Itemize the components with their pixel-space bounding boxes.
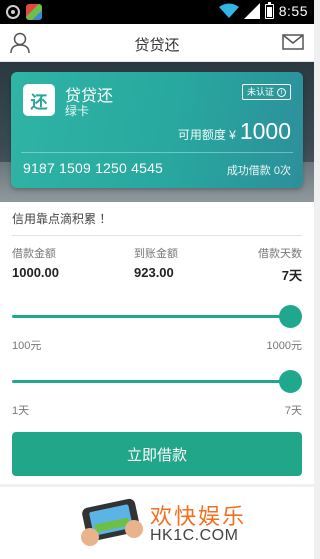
card-divider: [21, 152, 293, 153]
app-logo: 还: [23, 84, 55, 116]
days-slider-thumb[interactable]: [279, 370, 302, 393]
available-credit: 可用额度 ¥ 1000: [178, 118, 291, 145]
loan-card: 还 贷贷还 绿卡 未认证 i 可用额度 ¥ 1000 9187 1509 125…: [11, 72, 303, 188]
amount-slider[interactable]: [12, 305, 302, 328]
success-count: 成功借款 0次: [226, 165, 291, 177]
promo-banner[interactable]: 欢快娱乐 HK1C.COM: [0, 487, 314, 559]
amount-slider-thumb[interactable]: [279, 305, 302, 328]
days-slider[interactable]: [12, 370, 302, 393]
borrow-now-button[interactable]: 立即借款: [12, 432, 302, 476]
received-amount: 到账金额 923.00: [134, 245, 178, 280]
battery-icon: [264, 1, 274, 19]
signal-icon: [243, 3, 260, 19]
game-phone-icon: [81, 498, 143, 546]
app-notification-icon: [26, 4, 42, 20]
gps-icon: [6, 5, 20, 19]
verify-badge[interactable]: 未认证 i: [241, 84, 291, 100]
card-type: 绿卡: [65, 104, 90, 118]
verify-label: 未认证: [246, 87, 274, 97]
loan-days-label: 借款天数: [258, 248, 302, 260]
promo-domain: HK1C.COM: [150, 527, 239, 544]
mail-icon[interactable]: [282, 34, 304, 50]
loan-days-value: 7天: [281, 268, 302, 283]
card-number: 9187 1509 1250 4545: [23, 160, 164, 176]
loan-days: 借款天数 7天: [258, 245, 302, 284]
amount-max-label: 1000元: [266, 340, 302, 352]
days-max-label: 7天: [284, 405, 302, 417]
available-label: 可用额度 ¥: [177, 128, 236, 142]
borrow-amount-label: 借款金额: [12, 248, 56, 260]
received-amount-value: 923.00: [134, 265, 174, 280]
page-title: 贷贷还: [134, 37, 180, 54]
panel-divider: [12, 235, 302, 236]
amount-min-label: 100元: [12, 340, 42, 352]
days-min-label: 1天: [12, 405, 30, 417]
received-amount-label: 到账金额: [134, 248, 178, 260]
borrow-amount: 借款金额 1000.00: [12, 245, 59, 280]
credit-title: 信用靠点滴积累 ！: [12, 212, 112, 226]
available-amount: 1000: [239, 118, 291, 144]
wifi-icon: [218, 3, 239, 18]
status-bar: 8:55: [0, 0, 314, 24]
days-slider-track[interactable]: [12, 380, 291, 383]
title-bar: 贷贷还: [0, 24, 314, 62]
status-time: 8:55: [278, 3, 308, 19]
info-icon: i: [277, 87, 286, 97]
borrow-amount-value: 1000.00: [12, 265, 59, 280]
amount-slider-track[interactable]: [12, 315, 291, 318]
